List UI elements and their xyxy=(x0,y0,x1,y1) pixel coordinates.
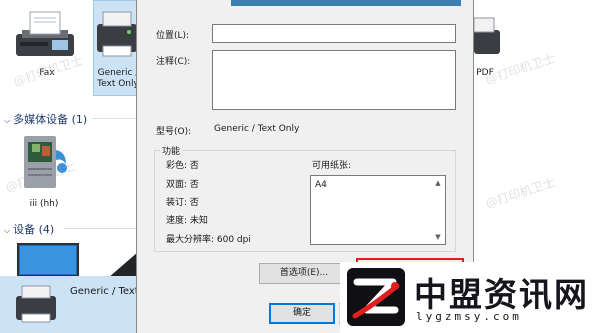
features-title: 功能 xyxy=(160,144,183,157)
logo-mark-icon xyxy=(347,268,405,326)
media-device-label: iii (hh) xyxy=(29,199,59,209)
name-field-edge xyxy=(231,0,461,6)
devices-section-header[interactable]: ⌵ 设备 (4) xyxy=(4,221,54,237)
scroll-down-icon[interactable]: ▼ xyxy=(433,232,443,242)
model-label: 型号(O): xyxy=(156,127,192,137)
chevron-down-icon: ⌵ xyxy=(4,116,11,125)
multimedia-section-title: 多媒体设备 (1) xyxy=(13,113,88,126)
model-value: Generic / Text Only xyxy=(214,124,300,134)
logo-title: 中盟资讯网 xyxy=(414,275,589,314)
printer-icon xyxy=(16,285,56,323)
feature-duplex: 双面: 否 xyxy=(166,180,199,190)
chevron-down-icon: ⌵ xyxy=(4,226,11,235)
section-divider xyxy=(64,228,136,229)
watermark: @打印机卫士 xyxy=(483,175,557,211)
feature-color: 彩色: 否 xyxy=(166,161,199,171)
pdf-printer-icon[interactable] xyxy=(474,10,514,60)
paper-item-a4[interactable]: A4 xyxy=(315,180,327,190)
scroll-up-icon[interactable]: ▲ xyxy=(433,178,443,188)
paper-listbox[interactable]: A4 ▲ ▼ xyxy=(310,175,446,245)
multimedia-section-header[interactable]: ⌵ 多媒体设备 (1) xyxy=(4,111,87,127)
ok-button[interactable]: 确定 xyxy=(269,303,335,324)
location-input[interactable] xyxy=(212,24,456,43)
logo-url: lygzmsy.com xyxy=(416,310,522,323)
comment-label: 注释(C): xyxy=(156,57,191,67)
monitor-icon[interactable] xyxy=(16,242,80,278)
keyboard-icon[interactable] xyxy=(108,252,138,278)
section-divider xyxy=(92,118,136,119)
feature-max-dpi: 最大分辨率: 600 dpi xyxy=(166,235,251,245)
devices-section-title: 设备 (4) xyxy=(13,223,55,236)
generic-printer-label: Generic / Text Only xyxy=(97,68,139,89)
preferences-button[interactable]: 首选项(E)... xyxy=(259,263,349,284)
feature-staple: 装订: 否 xyxy=(166,198,199,208)
paper-label: 可用纸张: xyxy=(312,161,352,171)
comment-textarea[interactable] xyxy=(212,50,456,110)
feature-speed: 速度: 未知 xyxy=(166,216,208,226)
generic-printer-icon xyxy=(97,11,137,57)
bottom-device-label: Generic / Text C xyxy=(70,286,140,297)
location-label: 位置(L): xyxy=(156,31,190,41)
